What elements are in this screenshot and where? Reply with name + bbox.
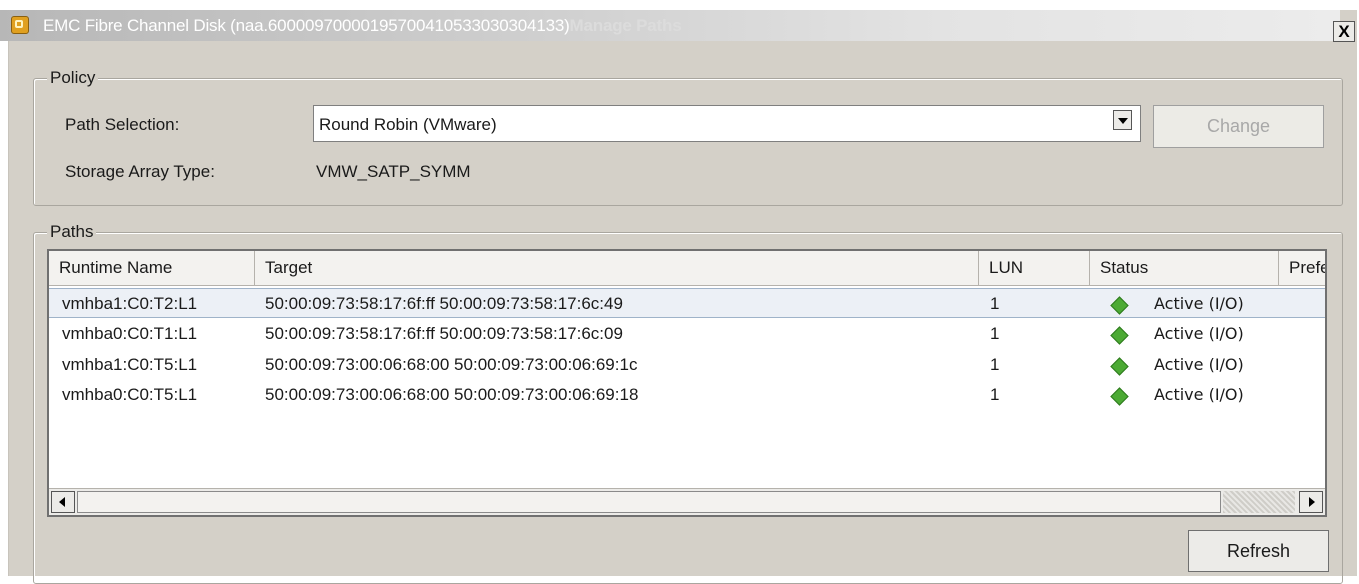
status-cell: Active (I/O) [1154,324,1244,343]
change-button[interactable]: Change [1153,105,1324,148]
column-header-lun[interactable]: LUN [979,251,1090,285]
target-cell: 50:00:09:73:58:17:6f:ff 50:00:09:73:58:1… [265,294,623,313]
target-cell: 50:00:09:73:58:17:6f:ff 50:00:09:73:58:1… [265,324,623,343]
table-row[interactable]: vmhba1:C0:T5:L1 50:00:09:73:00:06:68:00 … [49,350,1325,380]
path-selection-value: Round Robin (VMware) [319,115,497,134]
target-cell: 50:00:09:73:00:06:68:00 50:00:09:73:00:0… [265,385,639,404]
paths-legend: Paths [47,222,97,242]
close-icon: X [1338,22,1350,41]
close-button[interactable]: X [1333,21,1355,42]
runtime-name-cell: vmhba1:C0:T5:L1 [62,355,198,374]
status-active-icon [1110,296,1129,315]
runtime-name-cell: vmhba1:C0:T2:L1 [62,294,198,313]
horizontal-scrollbar[interactable] [49,488,1325,515]
title-bar[interactable]: EMC Fibre Channel Disk (naa.600009700001… [0,10,1340,41]
storage-array-type-value: VMW_SATP_SYMM [316,162,471,181]
window-title-suffix: Manage Paths [569,16,682,35]
chevron-down-icon[interactable] [1113,110,1132,130]
status-active-icon [1110,326,1129,345]
table-header: Runtime Name Target LUN Status Preferred [49,251,1325,286]
table-row[interactable]: vmhba1:C0:T2:L1 50:00:09:73:58:17:6f:ff … [49,288,1325,318]
scrollbar-thumb[interactable] [77,491,1221,513]
disk-icon [11,16,29,34]
column-header-preferred[interactable]: Preferred [1279,251,1325,285]
path-selection-label: Path Selection: [65,115,180,134]
path-selection-dropdown[interactable]: Round Robin (VMware) [313,105,1141,142]
status-active-icon [1110,387,1129,406]
table-row[interactable]: vmhba0:C0:T1:L1 50:00:09:73:58:17:6f:ff … [49,319,1325,349]
scrollbar-track[interactable] [1223,491,1295,513]
column-header-target[interactable]: Target [255,251,979,285]
runtime-name-cell: vmhba0:C0:T1:L1 [62,324,198,343]
lun-cell: 1 [990,355,1000,374]
storage-array-type-label: Storage Array Type: [65,162,215,181]
column-header-runtime-name[interactable]: Runtime Name [49,251,255,285]
status-cell: Active (I/O) [1154,385,1244,404]
table-row[interactable]: vmhba0:C0:T5:L1 50:00:09:73:00:06:68:00 … [49,380,1325,410]
scroll-left-icon[interactable] [51,491,75,513]
column-header-status[interactable]: Status [1090,251,1279,285]
status-cell: Active (I/O) [1154,355,1244,374]
runtime-name-cell: vmhba0:C0:T5:L1 [62,385,198,404]
lun-cell: 1 [990,385,1000,404]
refresh-button[interactable]: Refresh [1188,530,1329,572]
policy-group [33,78,1343,206]
status-cell: Active (I/O) [1154,294,1244,313]
paths-table: Runtime Name Target LUN Status Preferred… [47,249,1327,517]
lun-cell: 1 [990,324,1000,343]
policy-legend: Policy [47,68,99,88]
window-title: EMC Fibre Channel Disk (naa.600009700001… [43,16,682,35]
target-cell: 50:00:09:73:00:06:68:00 50:00:09:73:00:0… [265,355,638,374]
lun-cell: 1 [990,294,1000,313]
status-active-icon [1110,357,1129,376]
scroll-right-icon[interactable] [1299,491,1323,513]
